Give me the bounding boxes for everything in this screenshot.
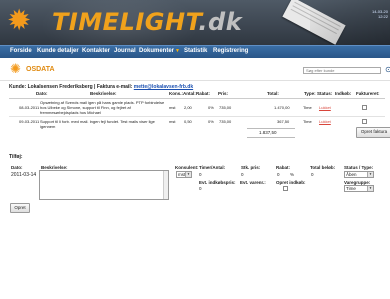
nav-kontakter[interactable]: Kontakter bbox=[82, 48, 110, 54]
date-input[interactable]: 2011-03-14 bbox=[11, 172, 36, 178]
header-divider bbox=[9, 98, 385, 99]
row-pris: 735,00 bbox=[219, 105, 232, 110]
add-form-title: Tilføj: bbox=[9, 154, 23, 160]
textarea-scrollbar[interactable] bbox=[163, 171, 168, 199]
col-type: Type: bbox=[304, 91, 316, 96]
timer-input[interactable]: 0 bbox=[199, 172, 202, 177]
form-label-evt-indkob: Evt. indkøbspris: bbox=[199, 180, 236, 185]
row-type: Time bbox=[303, 119, 312, 124]
row-kons: mst bbox=[169, 105, 176, 110]
form-label-rabat: Rabat: bbox=[276, 165, 291, 170]
col-desc: Beskrivelse: bbox=[90, 91, 117, 96]
company-logo-icon: ✺ bbox=[10, 61, 21, 76]
row-status-link[interactable]: Lukket bbox=[319, 105, 331, 110]
col-fakt: Faktureret: bbox=[356, 91, 380, 96]
description-textarea[interactable] bbox=[39, 170, 169, 200]
nav-forside[interactable]: Forside bbox=[10, 48, 32, 54]
status-select-value: Åben bbox=[346, 172, 357, 177]
row-desc: Support til li forb. med mail. Ingen fej… bbox=[40, 119, 155, 129]
col-indkob: Indkøb: bbox=[335, 91, 352, 96]
form-label-kons: Konsulent: bbox=[175, 165, 199, 170]
customer-search-input[interactable] bbox=[303, 67, 381, 74]
row-desc: Opsætning af Svends mail igen på hans ga… bbox=[40, 100, 165, 115]
app-header: ✹ TIMELIGHT.dk 14-03-20 12:22 bbox=[0, 0, 390, 45]
consultant-select[interactable]: mst ▼ bbox=[176, 171, 192, 178]
header-shade bbox=[310, 0, 390, 45]
search-icon[interactable]: ⊙ bbox=[385, 66, 390, 74]
customer-email-link[interactable]: mette@lokalavsen-frb.dk bbox=[134, 84, 193, 90]
row-total: 367,50 bbox=[277, 119, 290, 124]
nav-dokumenter[interactable]: Dokumenter▼ bbox=[139, 48, 180, 54]
col-kons: Kons.: bbox=[169, 91, 183, 96]
row-date: 08-03-2011 bbox=[19, 105, 40, 110]
col-status: Status: bbox=[317, 91, 333, 96]
row-date: 09-03-2011 bbox=[19, 119, 40, 124]
nav-dokumenter-label: Dokumenter bbox=[139, 48, 175, 54]
customer-label: Kunde: Lokalsensen Frederiksberg | Faktu… bbox=[9, 84, 134, 90]
col-date: Dato: bbox=[36, 91, 48, 96]
col-rabat: Rabat: bbox=[196, 91, 211, 96]
row-fakt-checkbox[interactable] bbox=[362, 105, 367, 110]
form-label-timer: Timer/Antal: bbox=[199, 165, 226, 170]
status-select[interactable]: Åben ▼ bbox=[344, 171, 374, 178]
col-antal: Antal: bbox=[183, 91, 196, 96]
gear-logo-icon: ✹ bbox=[7, 3, 32, 37]
row-kons: mst bbox=[169, 119, 176, 124]
company-logo-text: OSDATA bbox=[26, 66, 55, 73]
brand-title: TIMELIGHT bbox=[52, 8, 199, 36]
brand-logo[interactable]: TIMELIGHT.dk bbox=[52, 8, 242, 36]
form-label-stk: Stk. pris: bbox=[241, 165, 261, 170]
varegruppe-select-value: Time bbox=[346, 186, 356, 191]
row-antal: 2,00 bbox=[184, 105, 192, 110]
chevron-down-icon: ▼ bbox=[175, 48, 180, 54]
form-label-total: Total beløb: bbox=[310, 165, 336, 170]
stk-price-input[interactable]: 0 bbox=[241, 172, 244, 177]
nav-statistik[interactable]: Statistik bbox=[184, 48, 207, 54]
opret-button[interactable]: Opret bbox=[10, 203, 30, 213]
row-status-link[interactable]: Lukket bbox=[319, 119, 331, 124]
row-rabat: 0% bbox=[208, 105, 214, 110]
brand-title-suffix: .dk bbox=[198, 8, 243, 36]
varegruppe-select[interactable]: Time ▼ bbox=[344, 185, 374, 192]
header-time: 12:22 bbox=[377, 14, 388, 19]
chevron-down-icon: ▼ bbox=[367, 172, 373, 177]
row-total: 1.470,00 bbox=[274, 105, 290, 110]
row-rabat: 0% bbox=[208, 119, 214, 124]
form-label-status: Status / Type: bbox=[344, 165, 374, 170]
chevron-down-icon: ▼ bbox=[185, 172, 191, 177]
nav-kunde-detaljer[interactable]: Kunde detaljer bbox=[37, 48, 79, 54]
row-antal: 0,50 bbox=[184, 119, 192, 124]
form-label-date: Dato: bbox=[11, 165, 23, 170]
rabat-pct-label: % bbox=[290, 172, 295, 177]
nav-journal[interactable]: Journal bbox=[114, 48, 136, 54]
form-label-evt-varen: Evt. varenr.: bbox=[240, 180, 266, 185]
total-amount-input[interactable]: 0 bbox=[311, 172, 314, 177]
header-info: 14-03-20 12:22 bbox=[372, 9, 388, 19]
create-invoice-button[interactable]: Opret faktura bbox=[356, 127, 390, 138]
row-divider bbox=[9, 116, 385, 117]
row-type: Time bbox=[303, 105, 312, 110]
sum-total: 1.837,50 bbox=[259, 130, 277, 135]
main-nav: Forside Kunde detaljer Kontakter Journal… bbox=[0, 45, 390, 58]
opret-indkob-checkbox[interactable] bbox=[283, 186, 288, 191]
form-label-opret-indkob: Opret indkøb: bbox=[276, 180, 306, 185]
chevron-down-icon: ▼ bbox=[367, 186, 373, 191]
row-pris: 735,00 bbox=[219, 119, 232, 124]
col-total: Total: bbox=[267, 91, 279, 96]
customer-info: Kunde: Lokalsensen Frederiksberg | Faktu… bbox=[9, 84, 193, 90]
rabat-input[interactable]: 0 bbox=[277, 172, 280, 177]
col-pris: Pris: bbox=[218, 91, 229, 96]
nav-registrering[interactable]: Registrering bbox=[213, 48, 248, 54]
row-fakt-checkbox[interactable] bbox=[362, 119, 367, 124]
evt-indkob-input[interactable]: 0 bbox=[199, 186, 202, 191]
